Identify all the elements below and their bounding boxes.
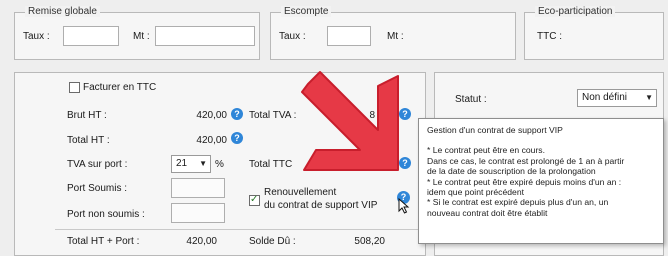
escompte-taux-input[interactable] — [327, 26, 371, 46]
escompte-taux-label: Taux : — [279, 31, 306, 42]
chevron-down-icon: ▼ — [199, 159, 207, 168]
tooltip-line: * Le contrat peut être expiré depuis moi… — [427, 176, 622, 187]
total-ht-help-icon[interactable]: ? — [231, 132, 243, 144]
tooltip-line: * Si le contrat est expiré depuis plus d… — [427, 197, 609, 208]
chevron-down-icon: ▼ — [645, 93, 653, 102]
eco-participation-group: Eco-participation TTC : — [524, 6, 664, 60]
statut-select[interactable]: Non défini ▼ — [577, 89, 657, 107]
remise-globale-group: Remise globale Taux : Mt : — [14, 6, 260, 60]
totals-divider — [55, 229, 425, 230]
statut-label: Statut : — [455, 94, 487, 105]
facturer-ttc-label: Facturer en TTC — [83, 82, 157, 93]
eco-participation-legend: Eco-participation — [535, 6, 616, 17]
escompte-legend: Escompte — [281, 6, 332, 17]
total-ttc-label: Total TTC — [249, 159, 293, 170]
solde-du-label: Solde Dû : — [249, 236, 296, 247]
port-soumis-input[interactable] — [171, 178, 225, 198]
facturer-ttc-checkbox[interactable] — [69, 82, 80, 93]
vip-contract-tooltip: Gestion d'un contrat de support VIP * Le… — [418, 118, 664, 244]
escompte-group: Escompte Taux : Mt : — [270, 6, 516, 60]
renouvellement-checkbox[interactable] — [249, 194, 260, 206]
total-ht-label: Total HT : — [67, 135, 110, 146]
tooltip-line: * Le contrat peut être en cours. — [427, 145, 545, 156]
eco-ttc-label: TTC : — [537, 31, 562, 42]
tooltip-line: Dans ce cas, le contrat est prolongé de … — [427, 155, 625, 166]
renouvellement-label-line2: du contrat de support VIP — [264, 200, 378, 211]
total-ht-port-value: 420,00 — [186, 236, 217, 247]
total-ht-port-label: Total HT + Port : — [67, 236, 140, 247]
brut-ht-value: 420,00 — [196, 110, 227, 121]
brut-ht-label: Brut HT : — [67, 110, 107, 121]
mouse-pointer-icon — [398, 198, 410, 214]
tooltip-title: Gestion d'un contrat de support VIP — [427, 125, 563, 135]
port-non-soumis-input[interactable] — [171, 203, 225, 223]
remise-globale-legend: Remise globale — [25, 6, 100, 17]
percent-label: % — [215, 159, 224, 170]
tva-port-select[interactable]: 21 ▼ — [171, 155, 211, 173]
tooltip-line: idem que point précédent — [427, 187, 524, 198]
tva-port-value: 21 — [176, 158, 188, 169]
tva-port-label: TVA sur port : — [67, 159, 128, 170]
port-soumis-label: Port Soumis : — [67, 183, 128, 194]
tooltip-line: de la date de souscription de la prolong… — [427, 166, 596, 177]
remise-mt-input[interactable] — [155, 26, 255, 46]
brut-ht-help-icon[interactable]: ? — [231, 108, 243, 120]
remise-taux-input[interactable] — [63, 26, 119, 46]
escompte-mt-label: Mt : — [387, 31, 404, 42]
solde-du-value: 508,20 — [354, 236, 385, 247]
remise-mt-label: Mt : — [133, 31, 150, 42]
port-non-soumis-label: Port non soumis : — [67, 209, 145, 220]
red-diagonal-arrow-icon — [301, 71, 399, 171]
statut-value: Non défini — [582, 92, 628, 103]
tooltip-line: nouveau contrat doit être établit — [427, 207, 548, 218]
total-ht-value: 420,00 — [196, 135, 227, 146]
remise-taux-label: Taux : — [23, 31, 50, 42]
